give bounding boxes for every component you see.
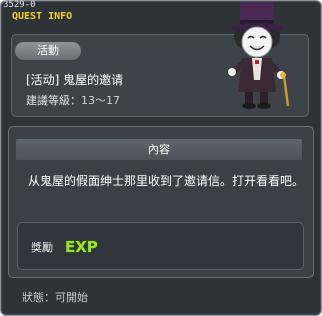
- level-range: 13〜17: [81, 94, 120, 107]
- level-label: 建議等級：: [26, 94, 81, 107]
- reward-box: [17, 222, 304, 270]
- recommended-level: 建議等級：13〜17: [26, 92, 120, 108]
- exp-icon-text: EXP: [65, 238, 98, 256]
- category-badge: 活動: [15, 42, 81, 60]
- masked-gentleman-npc-icon: [228, 2, 290, 109]
- exp-icon: EXP: [65, 238, 99, 257]
- status-value: 可開始: [55, 291, 88, 304]
- quest-name: [活动] 鬼屋的邀请: [26, 73, 124, 87]
- quest-id: 3529-0: [3, 0, 36, 10]
- window-title: QUEST INFO: [12, 11, 73, 22]
- content-section-title: 內容: [16, 139, 302, 160]
- quest-status: 狀態：可開始: [22, 289, 88, 305]
- reward-label: 獎勵: [31, 241, 53, 254]
- quest-description: 从鬼屋的假面绅士那里收到了邀请信。打开看看吧。: [28, 174, 305, 188]
- status-label: 狀態：: [22, 291, 55, 304]
